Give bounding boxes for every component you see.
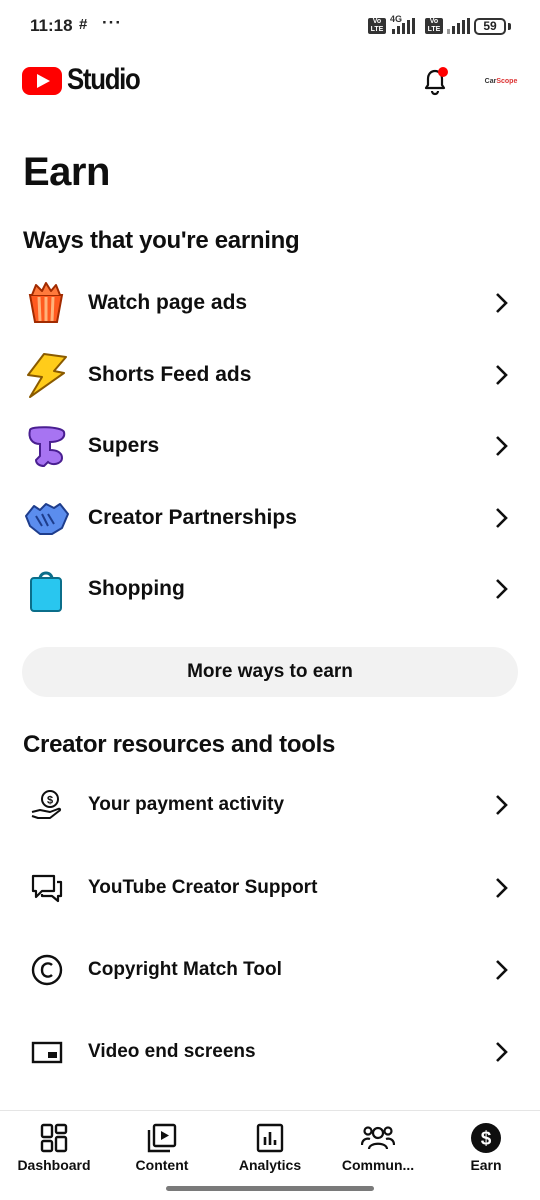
chevron-right-icon [496, 960, 508, 980]
nav-analytics[interactable]: Analytics [216, 1117, 324, 1177]
svg-text:$: $ [481, 1129, 492, 1150]
status-bar: 11:18 # ··· Vo LTE 4G Vo LTE 59 [0, 0, 540, 52]
nav-label: Content [135, 1157, 189, 1173]
resource-item-label: YouTube Creator Support [88, 877, 318, 898]
supers-icon [28, 426, 66, 468]
chevron-right-icon [496, 579, 508, 599]
earning-item-label: Shopping [88, 577, 185, 600]
app-name: Studio [67, 63, 141, 96]
earning-item-creator-partnerships[interactable]: Creator Partnerships [0, 483, 540, 553]
resource-item-end-screens[interactable]: Video end screens [0, 1012, 540, 1092]
resource-item-label: Your payment activity [88, 794, 285, 815]
chevron-right-icon [496, 795, 508, 815]
more-ways-to-earn-button[interactable]: More ways to earn [22, 647, 518, 697]
battery-level: 59 [474, 18, 506, 35]
signal-strength-icon-2 [447, 18, 470, 34]
earning-item-label: Creator Partnerships [88, 506, 297, 529]
page-title: Earn [23, 150, 110, 194]
signal-strength-icon [392, 18, 415, 34]
notifications-bell-icon[interactable] [418, 64, 452, 98]
earning-item-watch-page-ads[interactable]: Watch page ads [0, 268, 540, 338]
app-header: Studio CarScope [0, 52, 540, 112]
earning-item-supers[interactable]: Supers [0, 411, 540, 481]
nav-label: Commun... [341, 1157, 415, 1173]
avatar-text-a: Car [484, 77, 497, 85]
shopping-bag-icon [30, 571, 62, 612]
resource-item-copyright-match[interactable]: Copyright Match Tool [0, 930, 540, 1010]
handshake-icon [25, 503, 69, 535]
battery-tip [508, 23, 511, 30]
analytics-icon [256, 1123, 284, 1153]
chevron-right-icon [496, 878, 508, 898]
earning-item-shorts-feed-ads[interactable]: Shorts Feed ads [0, 340, 540, 410]
youtube-play-logo-icon [22, 67, 62, 95]
payment-hand-icon: $ [31, 790, 62, 819]
earning-section-heading: Ways that you're earning [23, 227, 300, 254]
copyright-icon [31, 954, 63, 986]
content-icon [147, 1123, 177, 1153]
earning-item-shopping[interactable]: Shopping [0, 554, 540, 624]
earn-dollar-icon: $ [471, 1123, 501, 1153]
nav-earn[interactable]: $ Earn [432, 1117, 540, 1177]
earning-item-label: Watch page ads [88, 291, 248, 314]
nav-label: Dashboard [17, 1157, 91, 1173]
channel-avatar[interactable]: CarScope [474, 64, 528, 98]
nav-label: Analytics [238, 1157, 302, 1173]
earning-item-label: Supers [88, 434, 160, 457]
resource-item-label: Video end screens [88, 1041, 256, 1062]
resource-item-label: Copyright Match Tool [88, 959, 282, 980]
volte-icon-2: Vo LTE [425, 18, 443, 34]
more-notifications-icon: ··· [102, 13, 122, 32]
resource-item-creator-support[interactable]: YouTube Creator Support [0, 848, 540, 928]
nav-dashboard[interactable]: Dashboard [0, 1117, 108, 1177]
chevron-right-icon [496, 436, 508, 456]
resources-section-heading: Creator resources and tools [23, 731, 335, 758]
resource-item-payment-activity[interactable]: $ Your payment activity [0, 765, 540, 845]
status-time: 11:18 [30, 16, 73, 35]
chevron-right-icon [496, 293, 508, 313]
dashboard-icon [40, 1123, 68, 1153]
earning-item-label: Shorts Feed ads [88, 363, 252, 386]
avatar-text-b: Scope [496, 77, 518, 85]
nav-content[interactable]: Content [108, 1117, 216, 1177]
volte-icon: Vo LTE [368, 18, 386, 34]
nav-community[interactable]: Commun... [324, 1117, 432, 1177]
lightning-icon [27, 353, 67, 398]
popcorn-icon [28, 282, 64, 323]
chevron-right-icon [496, 508, 508, 528]
community-icon [361, 1126, 395, 1150]
end-screen-icon [31, 1041, 63, 1064]
nav-label: Earn [470, 1157, 502, 1173]
notification-glyph-icon: # [79, 16, 88, 33]
chevron-right-icon [496, 1042, 508, 1062]
chevron-right-icon [496, 365, 508, 385]
home-indicator[interactable] [166, 1186, 374, 1191]
svg-text:$: $ [47, 795, 53, 807]
support-chat-icon [31, 874, 63, 903]
